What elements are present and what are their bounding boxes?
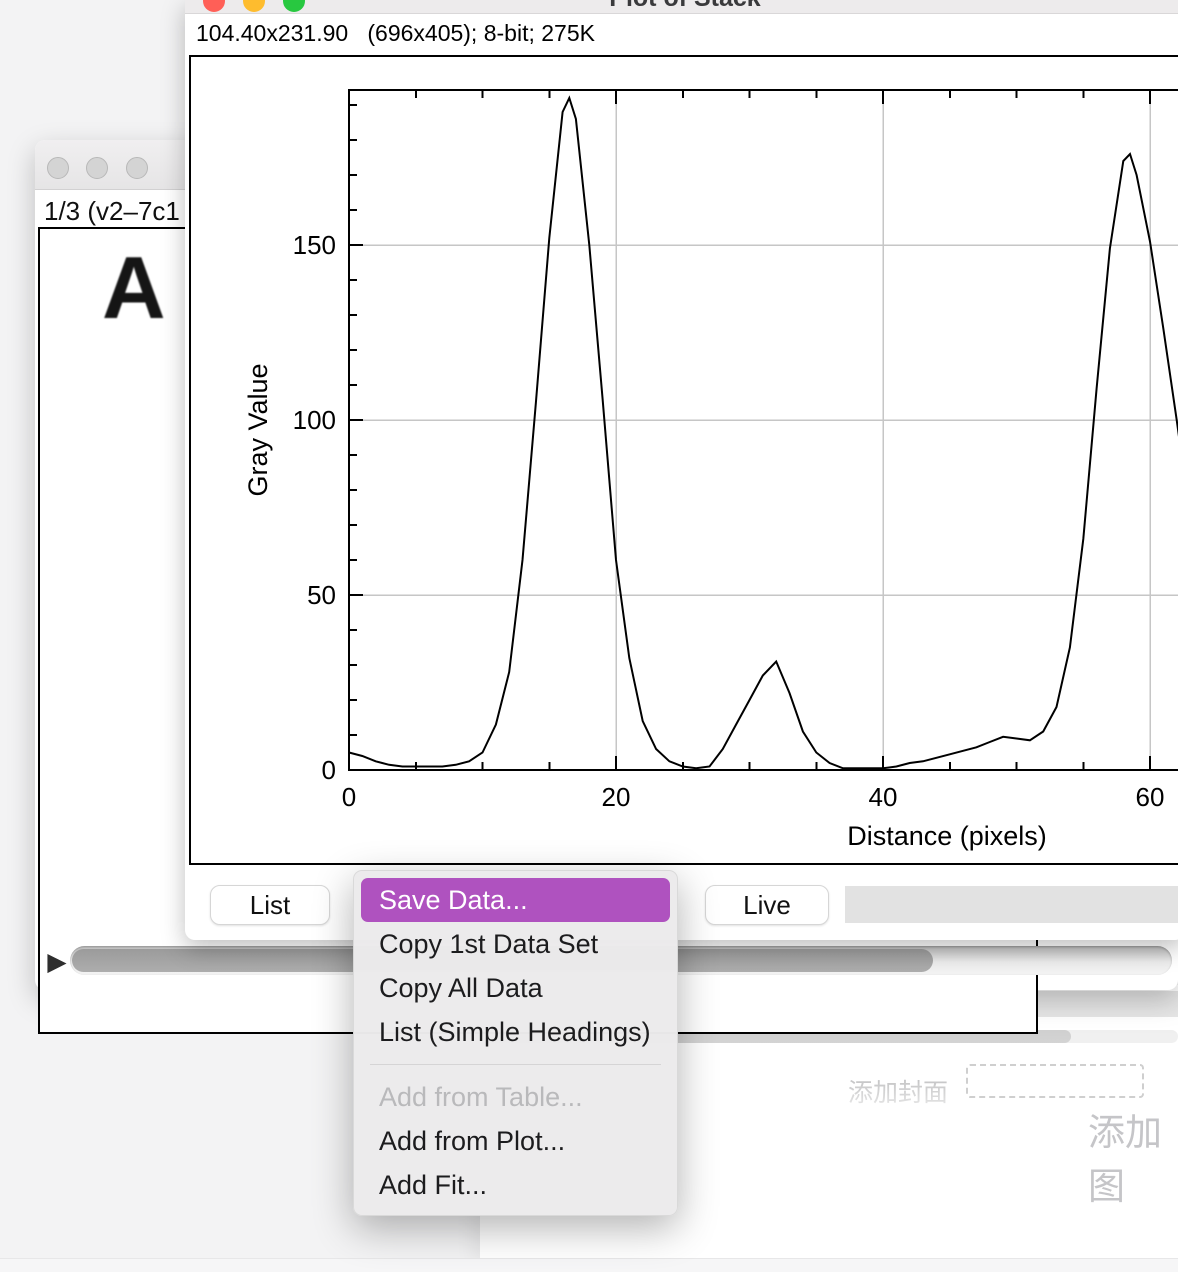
y-tick-label: 0 xyxy=(322,755,336,785)
menu-item-copy-all-data[interactable]: Copy All Data xyxy=(361,966,670,1010)
coordinate-readout xyxy=(845,886,1178,923)
menu-item-label: Save Data... xyxy=(379,885,528,916)
menu-item-label: List (Simple Headings) xyxy=(379,1017,651,1048)
menu-item-list-simple-headings[interactable]: List (Simple Headings) xyxy=(361,1010,670,1054)
bottom-edge-strip xyxy=(0,1258,1178,1272)
slice-label: 1/3 (v2–7c1 xyxy=(44,196,180,227)
zoom-button-inactive[interactable] xyxy=(126,157,148,179)
y-tick-label: 100 xyxy=(293,405,336,435)
menu-item-label: Add from Table... xyxy=(379,1082,583,1113)
plot-canvas[interactable]: 0 20 40 60 0 50 100 150 Distance (pixels) Gray Va… xyxy=(189,55,1178,865)
y-tick-label: 50 xyxy=(307,580,336,610)
menu-item-label: Copy 1st Data Set xyxy=(379,929,598,960)
menu-item-save-data[interactable]: Save Data... xyxy=(361,878,670,922)
list-button-label: List xyxy=(250,890,290,921)
live-button-label: Live xyxy=(743,890,791,921)
plot-window-titlebar[interactable]: Plot of Stack xyxy=(185,0,1178,14)
y-tick-label: 150 xyxy=(293,230,336,260)
profile-plot: 0 20 40 60 0 50 100 150 Distance (pixels) Gray Va… xyxy=(189,55,1178,867)
desktop: ist Data » More » Live 添加封面 添加图 1/3 (v2–… xyxy=(0,0,1178,1272)
window-title: Plot of Stack xyxy=(185,0,1178,13)
menu-item-label: Add from Plot... xyxy=(379,1126,565,1157)
live-button[interactable]: Live xyxy=(705,885,829,925)
add-image-label[interactable]: 添加图 xyxy=(1088,1102,1178,1210)
menu-item-add-from-plot[interactable]: Add from Plot... xyxy=(361,1119,670,1163)
y-axis-title: Gray Value xyxy=(243,363,273,496)
menu-item-label: Add Fit... xyxy=(379,1170,487,1201)
image-info-line: 104.40x231.90 (696x405); 8-bit; 275K xyxy=(196,20,595,47)
close-button-inactive[interactable] xyxy=(47,157,69,179)
data-context-menu: Save Data... Copy 1st Data Set Copy All … xyxy=(353,870,678,1216)
menu-separator xyxy=(370,1064,661,1065)
x-axis-title: Distance (pixels) xyxy=(847,821,1047,851)
menu-item-label: Copy All Data xyxy=(379,973,543,1004)
plot-of-stack-window: Plot of Stack 104.40x231.90 (696x405); 8… xyxy=(185,0,1178,940)
list-button[interactable]: List xyxy=(210,885,330,925)
x-tick-label: 20 xyxy=(602,782,631,812)
image-content-letter: A xyxy=(102,237,166,339)
menu-item-add-from-table: Add from Table... xyxy=(361,1075,670,1119)
menu-item-copy-1st-data-set[interactable]: Copy 1st Data Set xyxy=(361,922,670,966)
x-tick-label: 60 xyxy=(1136,782,1165,812)
play-icon[interactable]: ▶ xyxy=(42,946,72,978)
menu-item-add-fit[interactable]: Add Fit... xyxy=(361,1163,670,1207)
minimize-button-inactive[interactable] xyxy=(86,157,108,179)
x-tick-label: 0 xyxy=(342,782,356,812)
plot-frame xyxy=(349,90,1178,770)
x-tick-label: 40 xyxy=(869,782,898,812)
add-image-dropzone[interactable] xyxy=(966,1064,1144,1098)
profile-curve xyxy=(349,98,1178,768)
